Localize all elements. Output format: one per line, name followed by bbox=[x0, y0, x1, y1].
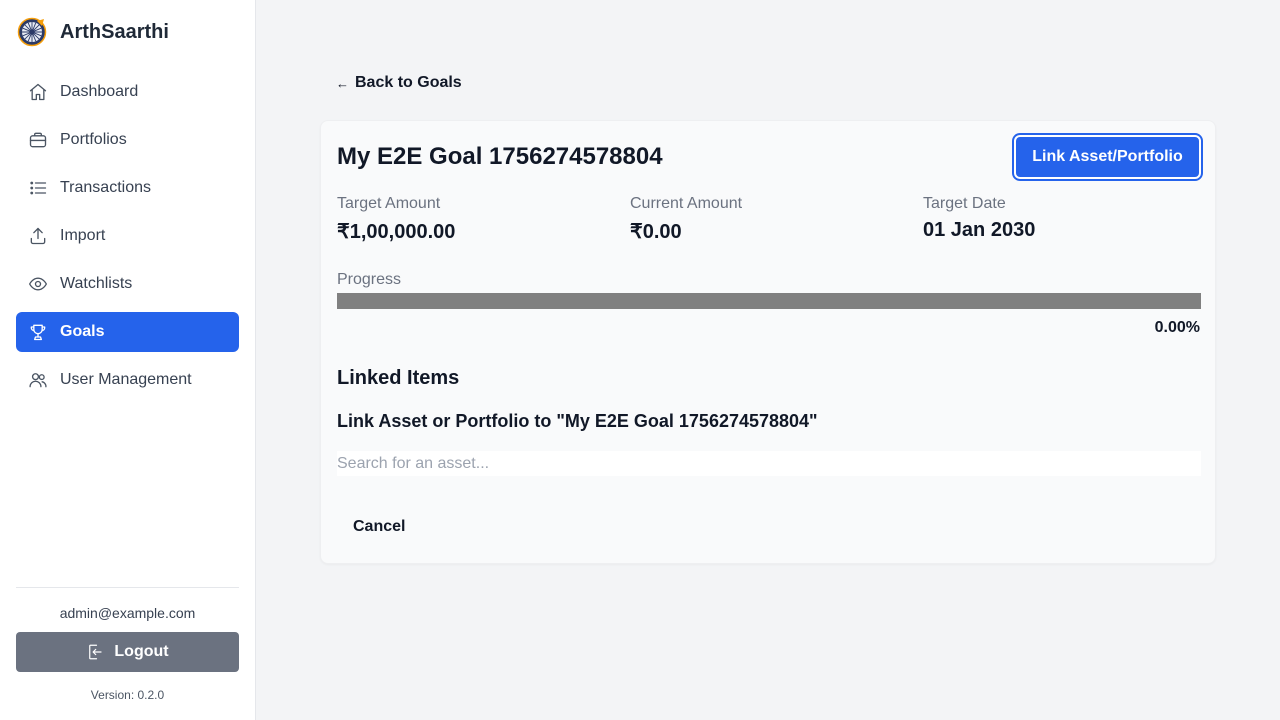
sidebar-item-goals[interactable]: Goals bbox=[16, 312, 239, 352]
stat-label: Target Date bbox=[923, 195, 1006, 212]
goal-detail-card: My E2E Goal 1756274578804 Link Asset/Por… bbox=[320, 120, 1216, 564]
link-form-heading: Link Asset or Portfolio to "My E2E Goal … bbox=[337, 411, 818, 431]
sidebar-divider bbox=[16, 587, 239, 588]
progress-label: Progress bbox=[337, 271, 402, 288]
back-arrow-icon: ← bbox=[336, 75, 349, 91]
stat-value: 01 Jan 2030 bbox=[923, 219, 1036, 241]
logout-button[interactable]: Logout bbox=[16, 632, 239, 672]
stat-target-amount: Target Amount ₹1,00,000.00 bbox=[337, 195, 617, 244]
sidebar-item-label: Dashboard bbox=[60, 83, 139, 100]
user-email: admin@example.com bbox=[59, 605, 196, 621]
cancel-button[interactable]: Cancel bbox=[337, 509, 421, 545]
app-name: ArthSaarthi bbox=[60, 20, 169, 43]
users-icon bbox=[28, 370, 48, 390]
link-asset-portfolio-button[interactable]: Link Asset/Portfolio bbox=[1014, 135, 1201, 179]
linked-items-heading: Linked Items bbox=[337, 367, 460, 389]
logout-label: Logout bbox=[114, 643, 169, 660]
goal-title: My E2E Goal 1756274578804 bbox=[337, 143, 663, 170]
sidebar-item-dashboard[interactable]: Dashboard bbox=[16, 72, 239, 112]
stat-label: Current Amount bbox=[630, 195, 743, 212]
stat-label: Target Amount bbox=[337, 195, 441, 212]
sidebar-item-label: User Management bbox=[60, 371, 192, 388]
upload-icon bbox=[28, 226, 48, 246]
back-to-goals-link[interactable]: ← Back to Goals bbox=[336, 74, 462, 92]
sidebar-item-import[interactable]: Import bbox=[16, 216, 239, 256]
version-text: Version: 0.2.0 bbox=[90, 688, 165, 702]
chakra-logo-icon bbox=[17, 17, 47, 47]
sidebar-item-label: Goals bbox=[60, 323, 105, 340]
list-icon bbox=[28, 178, 48, 198]
sidebar: ArthSaarthi Dashboard Portfolios Transac… bbox=[0, 0, 256, 720]
sidebar-item-transactions[interactable]: Transactions bbox=[16, 168, 239, 208]
sidebar-item-label: Import bbox=[60, 227, 106, 244]
sidebar-item-portfolios[interactable]: Portfolios bbox=[16, 120, 239, 160]
stat-target-date: Target Date 01 Jan 2030 bbox=[923, 195, 1203, 242]
briefcase-icon bbox=[28, 130, 48, 150]
brand[interactable]: ArthSaarthi bbox=[17, 16, 169, 48]
sidebar-item-watchlists[interactable]: Watchlists bbox=[16, 264, 239, 304]
sidebar-item-label: Portfolios bbox=[60, 131, 127, 148]
home-icon bbox=[28, 82, 48, 102]
logout-icon bbox=[89, 644, 102, 660]
stat-current-amount: Current Amount ₹0.00 bbox=[630, 195, 910, 244]
sidebar-nav: Dashboard Portfolios Transactions Import… bbox=[16, 72, 239, 408]
asset-search-input[interactable] bbox=[337, 451, 1201, 476]
sidebar-item-user-management[interactable]: User Management bbox=[16, 360, 239, 400]
progress-bar bbox=[337, 293, 1201, 309]
trophy-icon bbox=[28, 322, 48, 342]
back-link-label: Back to Goals bbox=[355, 74, 462, 91]
eye-icon bbox=[28, 274, 48, 294]
sidebar-item-label: Transactions bbox=[60, 179, 151, 196]
sidebar-item-label: Watchlists bbox=[60, 275, 133, 292]
stat-value: ₹0.00 bbox=[630, 221, 682, 243]
stat-value: ₹1,00,000.00 bbox=[337, 221, 456, 243]
progress-percent: 0.00% bbox=[1154, 319, 1200, 336]
